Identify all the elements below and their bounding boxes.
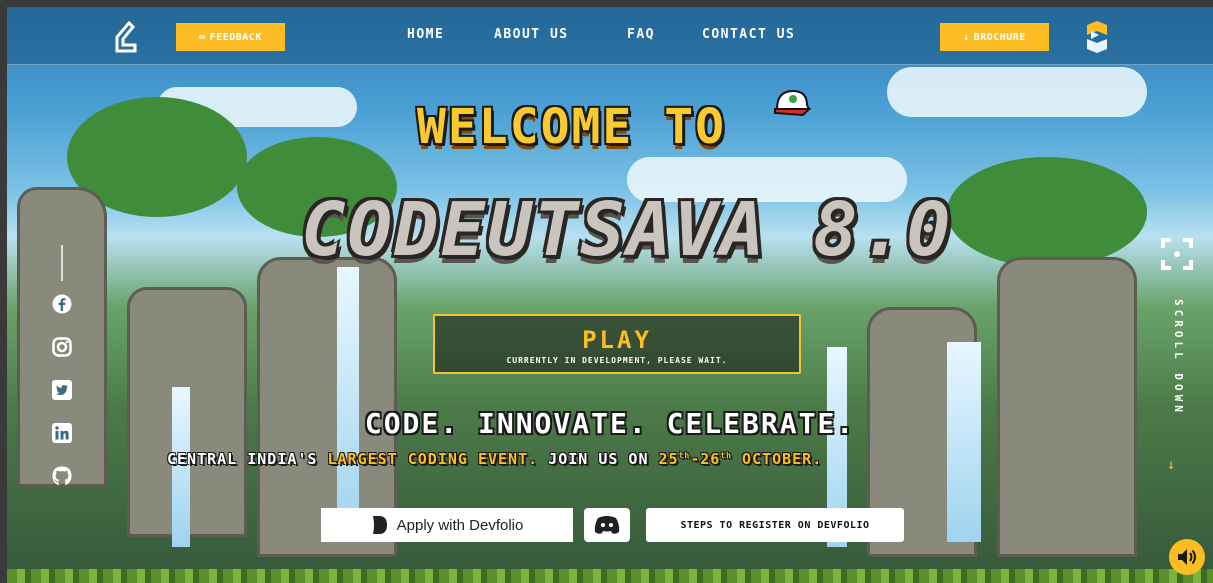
subline-highlight: LARGEST CODING EVENT. <box>327 450 539 468</box>
welcome-heading: WELCOME TO <box>417 99 726 155</box>
brand-mark-icon <box>1087 21 1107 53</box>
linkedin-icon <box>52 423 72 443</box>
grass-ground <box>7 569 1213 583</box>
date-sep: - <box>690 450 701 468</box>
scroll-down-arrow-icon[interactable]: ↓ <box>1167 457 1175 473</box>
github-link[interactable] <box>51 465 73 487</box>
discord-button[interactable] <box>584 508 630 542</box>
top-navbar: ∞ FEEDBACK HOME ABOUT US FAQ CONTACT US … <box>7 7 1213 65</box>
hero-section: ∞ FEEDBACK HOME ABOUT US FAQ CONTACT US … <box>7 7 1213 583</box>
nav-contact-us[interactable]: CONTACT US <box>702 27 795 42</box>
link-icon: ∞ <box>199 31 206 43</box>
date-start: 25 <box>658 450 679 468</box>
devfolio-icon <box>372 516 387 534</box>
steps-to-register-button[interactable]: STEPS TO REGISTER ON DEVFOLIO <box>646 508 904 542</box>
tagline: CODE. INNOVATE. CELEBRATE. <box>364 407 856 440</box>
play-subtitle: CURRENTLY IN DEVELOPMENT, PLEASE WAIT. <box>506 356 728 365</box>
site-logo[interactable] <box>113 21 139 53</box>
feedback-label: FEEDBACK <box>209 31 262 43</box>
event-title: CODEUTSAVA 8.0 <box>301 187 953 273</box>
twitter-link[interactable] <box>51 379 73 401</box>
cap-icon <box>774 89 811 117</box>
cloud <box>887 67 1147 117</box>
waterfall <box>337 267 359 537</box>
play-title: PLAY <box>582 326 652 354</box>
sound-toggle-button[interactable] <box>1169 539 1205 575</box>
brochure-button[interactable]: ↓ BROCHURE <box>940 23 1049 51</box>
scroll-down-label: SCROLL DOWN <box>1172 299 1185 416</box>
date-month: OCTOBER. <box>731 450 823 468</box>
apply-devfolio-button[interactable]: Apply with Devfolio <box>321 508 573 542</box>
event-subline: CENTRAL INDIA'S LARGEST CODING EVENT. JO… <box>167 450 822 468</box>
facebook-link[interactable] <box>51 293 73 315</box>
subline-mid: JOIN US ON <box>538 450 659 468</box>
github-icon <box>52 466 72 486</box>
discord-icon <box>594 516 620 534</box>
facebook-icon <box>52 294 72 314</box>
instagram-icon <box>52 337 72 357</box>
nav-faq[interactable]: FAQ <box>627 27 655 42</box>
linkedin-link[interactable] <box>51 422 73 444</box>
focus-icon[interactable] <box>1161 238 1193 270</box>
waterfall <box>947 342 981 542</box>
date-end-suffix: th <box>720 451 732 460</box>
date-start-suffix: th <box>678 451 691 460</box>
social-divider <box>61 245 63 281</box>
sound-icon <box>1178 549 1196 565</box>
feedback-button[interactable]: ∞ FEEDBACK <box>176 23 285 51</box>
download-arrow-icon: ↓ <box>963 31 970 43</box>
instagram-link[interactable] <box>51 336 73 358</box>
nav-about-us[interactable]: ABOUT US <box>494 27 569 42</box>
twitter-icon <box>52 380 72 400</box>
play-button[interactable]: PLAY CURRENTLY IN DEVELOPMENT, PLEASE WA… <box>433 314 801 374</box>
date-end: 26 <box>700 450 721 468</box>
subline-prefix: CENTRAL INDIA'S <box>167 450 328 468</box>
devfolio-label: Apply with Devfolio <box>396 516 524 534</box>
tree <box>947 157 1147 267</box>
brochure-label: BROCHURE <box>973 31 1026 43</box>
nav-home[interactable]: HOME <box>407 27 444 42</box>
